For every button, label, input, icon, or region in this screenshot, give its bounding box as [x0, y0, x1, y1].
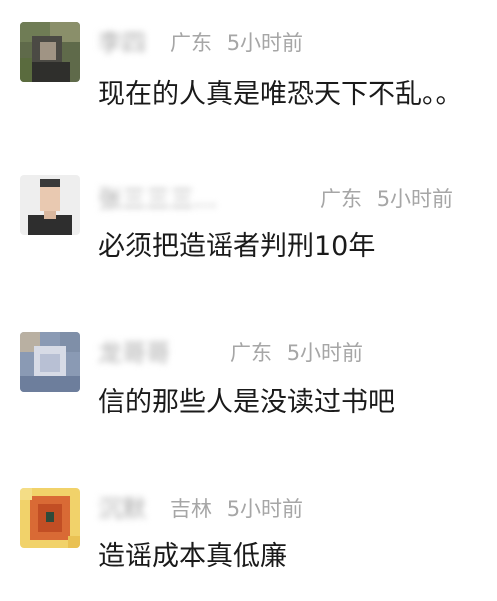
- location-label: 广东 5小时前: [170, 28, 303, 58]
- comment-text: 必须把造谣者判刑10年: [98, 231, 376, 262]
- comment-text: 现在的人真是唯恐天下不乱。。: [98, 79, 463, 110]
- comment-item: 李四 广东 5小时前 现在的人真是唯恐天下不乱。。: [0, 0, 497, 150]
- location-label: 广东 5小时前: [320, 184, 453, 214]
- comment-meta: 李四 广东 5小时前: [98, 28, 497, 58]
- comment-meta: 沉默 吉林 5小时前: [98, 494, 497, 524]
- location-label: 广东 5小时前: [230, 338, 363, 368]
- comment-item: 龙哥哥 广东 5小时前 信的那些人是没读过书吧: [0, 300, 497, 450]
- avatar[interactable]: [20, 22, 80, 82]
- timestamp: 5小时前: [226, 31, 304, 55]
- comment-item: 沉默 吉林 5小时前 造谣成本真低廉: [0, 450, 497, 601]
- avatar[interactable]: [20, 332, 80, 392]
- timestamp: 5小时前: [226, 497, 304, 521]
- username[interactable]: 张三三三...: [98, 184, 280, 214]
- location-text: 广东: [320, 187, 362, 211]
- timestamp: 5小时前: [286, 341, 364, 365]
- comment-item: 张三三三... 广东 5小时前 必须把造谣者判刑10年: [0, 150, 497, 300]
- username[interactable]: 沉默: [98, 494, 156, 524]
- location-text: 吉林: [170, 497, 212, 521]
- username[interactable]: 李四: [98, 28, 160, 58]
- timestamp: 5小时前: [376, 187, 454, 211]
- avatar[interactable]: [20, 488, 80, 548]
- comment-meta: 张三三三... 广东 5小时前: [98, 184, 497, 214]
- username[interactable]: 龙哥哥: [98, 338, 214, 368]
- avatar[interactable]: [20, 175, 80, 235]
- comment-meta: 龙哥哥 广东 5小时前: [98, 338, 497, 368]
- comment-text: 造谣成本真低廉: [98, 541, 287, 572]
- comment-text: 信的那些人是没读过书吧: [98, 387, 395, 418]
- location-text: 广东: [230, 341, 272, 365]
- location-text: 广东: [170, 31, 212, 55]
- location-label: 吉林 5小时前: [170, 494, 303, 524]
